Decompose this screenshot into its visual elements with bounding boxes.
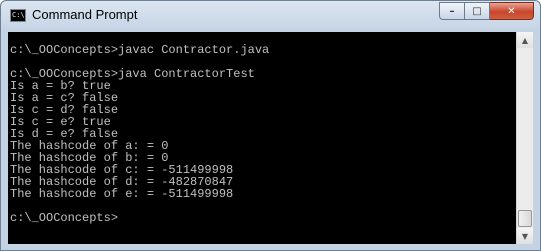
console-output[interactable]: c:\_OOConcepts>javac Contractor.java c:\… <box>8 32 516 244</box>
window-title: Command Prompt <box>32 7 138 22</box>
console-line: The hashcode of e: = -511499998 <box>10 187 234 201</box>
scrollbar-thumb[interactable] <box>518 210 532 227</box>
window-frame-bottom <box>1 244 540 250</box>
minimize-button[interactable]: – <box>439 2 465 20</box>
command-prompt-window: C:\ Command Prompt – □ ✕ c:\_OOConcepts>… <box>0 0 541 251</box>
scroll-up-arrow-icon[interactable]: ▲ <box>517 32 533 48</box>
console-line: c:\_OOConcepts>javac Contractor.java <box>10 43 270 57</box>
vertical-scrollbar[interactable]: ▲ ▼ <box>516 32 533 244</box>
scroll-down-arrow-icon[interactable]: ▼ <box>517 228 533 244</box>
console-prompt-line: c:\_OOConcepts> <box>10 211 119 225</box>
maximize-button[interactable]: □ <box>465 2 490 20</box>
close-button[interactable]: ✕ <box>490 2 534 20</box>
title-bar[interactable]: C:\ Command Prompt – □ ✕ <box>1 1 540 31</box>
window-controls: – □ ✕ <box>439 2 534 21</box>
command-prompt-icon[interactable]: C:\ <box>10 9 26 22</box>
